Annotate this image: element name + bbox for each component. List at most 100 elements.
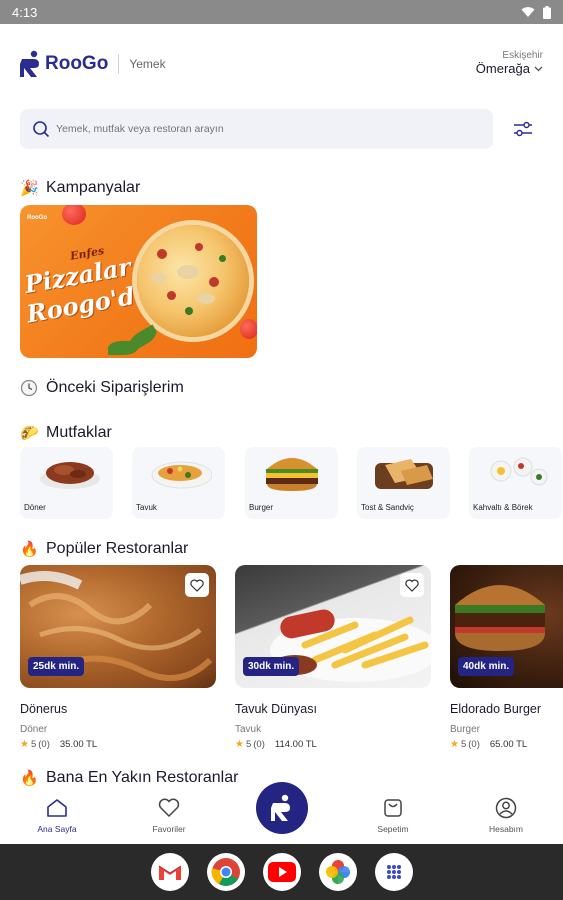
- roogo-logo-icon: [20, 50, 39, 77]
- restaurant-category: Burger: [450, 724, 481, 735]
- restaurant-min-price: 35.00 TL: [59, 739, 98, 750]
- restaurant-card[interactable]: 25dk min. Dönerus Döner ★ 5 (0) 35.00 TL: [20, 565, 216, 750]
- section-campaigns-title: Kampanyalar: [46, 179, 141, 196]
- cuisine-doner[interactable]: Döner: [20, 447, 113, 519]
- cuisine-label: Tavuk: [136, 503, 157, 512]
- location-selector[interactable]: Eskişehir Ömerağa: [476, 50, 543, 76]
- restaurant-category: Döner: [20, 724, 48, 735]
- section-cuisines: 🌮 Mutfaklar: [20, 424, 112, 442]
- home-icon: [47, 799, 67, 817]
- restaurant-rating: 5: [245, 739, 252, 750]
- nav-account[interactable]: Hesabım: [466, 796, 546, 834]
- party-popper-icon: 🎉: [20, 180, 39, 197]
- section-previous-orders-title: Önceki Siparişlerim: [46, 379, 184, 396]
- campaign-brand: RooGo: [27, 215, 47, 221]
- basil-decoration: [126, 324, 160, 352]
- nav-cart-label: Sepetim: [377, 824, 409, 834]
- restaurant-meta: ★ 5 (0) 35.00 TL: [20, 739, 216, 750]
- eta-badge: 30dk min.: [243, 657, 300, 676]
- restaurant-card[interactable]: 40dk min. Eldorado Burger Burger ★ 5 (0)…: [450, 565, 563, 750]
- favorite-button[interactable]: [185, 573, 209, 597]
- cuisine-tost-sandvic[interactable]: Tost & Sandviç: [357, 447, 450, 519]
- status-bar: 4:13: [0, 0, 563, 24]
- youtube-app-icon[interactable]: [262, 853, 301, 891]
- nav-home[interactable]: Ana Sayfa: [17, 796, 97, 834]
- battery-icon: [543, 5, 551, 19]
- android-dock: [0, 844, 563, 900]
- section-nearest-restaurants: 🔥 Bana En Yakın Restoranlar: [20, 769, 238, 787]
- photos-app-icon[interactable]: [318, 853, 357, 891]
- eta-badge: 25dk min.: [28, 657, 85, 676]
- star-icon: ★: [20, 739, 29, 750]
- restaurant-image: 30dk min.: [235, 565, 431, 688]
- cuisine-list: Döner Tavuk Burger Tost & Sandviç Kahval…: [20, 447, 563, 520]
- restaurant-reviews: (0): [253, 739, 265, 750]
- doner-food-image: [40, 462, 100, 489]
- restaurant-list: 25dk min. Dönerus Döner ★ 5 (0) 35.00 TL: [20, 565, 563, 755]
- section-nearest-title: Bana En Yakın Restoranlar: [46, 769, 239, 786]
- nav-favorites-label: Favoriler: [152, 824, 186, 834]
- brand-subtitle: Yemek: [129, 57, 166, 71]
- app-header: RooGo Yemek Eskişehir Ömerağa: [0, 24, 563, 108]
- chrome-app-icon[interactable]: [206, 853, 245, 891]
- search-icon: [33, 121, 50, 138]
- star-icon: ★: [450, 739, 459, 750]
- nav-home-label: Ana Sayfa: [37, 824, 77, 834]
- section-previous-orders[interactable]: Önceki Siparişlerim: [20, 379, 184, 397]
- bottom-navigation: Ana Sayfa Favoriler Sepetim Hesabım: [0, 782, 563, 844]
- nav-account-label: Hesabım: [488, 824, 523, 834]
- restaurant-name: Tavuk Dünyası: [235, 702, 317, 716]
- restaurant-rating: 5: [30, 739, 37, 750]
- restaurant-meta: ★ 5 (0) 65.00 TL: [450, 739, 563, 750]
- eta-badge: 40dk min.: [458, 657, 515, 676]
- roogo-fab-button[interactable]: [256, 782, 308, 834]
- restaurant-min-price: 114.00 TL: [274, 739, 317, 750]
- cuisine-label: Döner: [24, 503, 46, 512]
- cuisine-burger[interactable]: Burger: [245, 447, 338, 519]
- restaurant-min-price: 65.00 TL: [489, 739, 528, 750]
- fire-icon: 🔥: [20, 541, 39, 558]
- section-popular-title: Popüler Restoranlar: [46, 540, 189, 557]
- restaurant-rating: 5: [460, 739, 467, 750]
- section-popular-restaurants: 🔥 Popüler Restoranlar: [20, 540, 188, 558]
- restaurant-name: Dönerus: [20, 702, 68, 716]
- restaurant-image: 25dk min.: [20, 565, 216, 688]
- nav-cart[interactable]: Sepetim: [353, 796, 433, 834]
- restaurant-reviews: (0): [468, 739, 480, 750]
- filter-icon: [514, 121, 532, 137]
- location-district: Ömerağa: [475, 61, 530, 76]
- cuisine-label: Burger: [249, 503, 274, 512]
- brand-logo[interactable]: RooGo Yemek: [20, 50, 166, 78]
- restaurant-reviews: (0): [38, 739, 50, 750]
- section-campaigns: 🎉 Kampanyalar: [20, 179, 140, 197]
- nav-favorites[interactable]: Favoriler: [129, 796, 209, 834]
- cuisine-tavuk[interactable]: Tavuk: [132, 447, 225, 519]
- campaign-banner[interactable]: RooGo Enfes Pizzalar Roogo'da: [20, 205, 257, 358]
- taco-icon: 🌮: [20, 425, 39, 442]
- search-bar[interactable]: [20, 109, 493, 149]
- location-city: Eskişehir: [502, 50, 543, 61]
- kahvalti-food-image: [490, 457, 548, 486]
- cuisine-label: Kahvaltı & Börek: [473, 503, 533, 512]
- restaurant-category: Tavuk: [235, 724, 262, 735]
- heart-icon: [158, 798, 180, 818]
- cuisine-label: Tost & Sandviç: [361, 503, 414, 512]
- chevron-down-icon: [534, 66, 543, 71]
- favorite-button[interactable]: [400, 573, 424, 597]
- app-drawer-icon[interactable]: [374, 853, 413, 891]
- clock-icon: [20, 379, 38, 397]
- filter-button[interactable]: [510, 117, 536, 141]
- cuisine-kahvalti-borek[interactable]: Kahvaltı & Börek: [469, 447, 562, 519]
- restaurant-meta: ★ 5 (0) 114.00 TL: [235, 739, 431, 750]
- restaurant-card[interactable]: 30dk min. Tavuk Dünyası Tavuk ★ 5 (0) 11…: [235, 565, 431, 750]
- user-account-icon: [495, 797, 517, 819]
- gmail-app-icon[interactable]: [150, 853, 189, 891]
- restaurant-name: Eldorado Burger: [450, 702, 542, 716]
- tost-food-image: [375, 459, 433, 489]
- logo-divider: [118, 54, 120, 74]
- restaurant-image: 40dk min.: [450, 565, 563, 688]
- burger-food-image: [266, 458, 318, 491]
- heart-icon: [405, 579, 419, 592]
- tomato-decoration: [240, 319, 257, 339]
- search-input[interactable]: [56, 123, 436, 135]
